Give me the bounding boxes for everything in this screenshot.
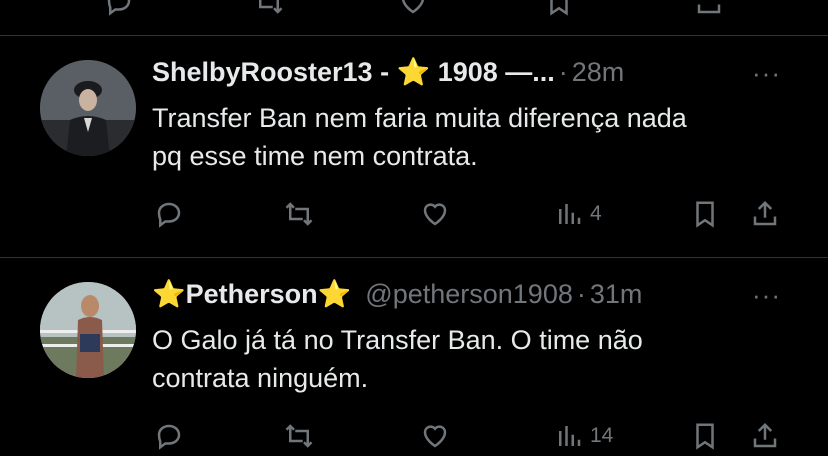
handle[interactable]: @petherson1908 (365, 279, 573, 310)
retweet-icon (259, 0, 283, 14)
display-name[interactable]: ShelbyRooster13 - ⭐ 1908 —... (152, 56, 555, 88)
views-button[interactable]: 14 (554, 416, 613, 456)
views-icon (559, 426, 581, 446)
timestamp[interactable]: 31m (590, 279, 643, 310)
timestamp[interactable]: 28m (572, 57, 625, 88)
tweet[interactable]: ShelbyRooster13 - ⭐ 1908 —... · 28m ··· … (0, 36, 828, 256)
share-icon (753, 200, 777, 226)
views-count: 14 (590, 424, 614, 447)
share-icon (697, 4, 721, 14)
bookmark-button[interactable] (690, 416, 720, 456)
tweet-actions: 4 (0, 194, 828, 234)
avatar-image (40, 282, 136, 378)
star-emoji: ⭐ (317, 279, 352, 309)
bookmark-icon (696, 423, 714, 450)
tweet-header: ShelbyRooster13 - ⭐ 1908 —... · 28m (152, 56, 624, 88)
tweet-text: Transfer Ban nem faria muita diferença n… (152, 99, 802, 175)
previous-tweet-actions (0, 0, 828, 22)
share-button[interactable] (750, 194, 780, 234)
retweet-icon (285, 202, 313, 226)
like-icon (423, 203, 447, 226)
avatar[interactable] (40, 60, 136, 156)
tweet[interactable]: ⭐ Petherson ⭐ @petherson1908 · 31m ··· O… (0, 258, 828, 450)
tweet-text-line: contrata ninguém. (152, 363, 369, 393)
like-icon (423, 425, 447, 448)
retweet-button[interactable] (284, 416, 314, 456)
more-icon[interactable]: ··· (752, 58, 781, 89)
share-button[interactable] (694, 0, 724, 22)
reply-icon (157, 424, 181, 450)
reply-icon (157, 202, 181, 228)
tweet-text: O Galo já tá no Transfer Ban. O time não… (152, 321, 802, 397)
reply-button[interactable] (104, 0, 134, 22)
bookmark-icon (550, 0, 568, 16)
like-button[interactable] (420, 416, 450, 456)
tweet-actions: 14 (0, 416, 828, 456)
star-emoji: ⭐ (152, 279, 186, 309)
retweet-icon (285, 424, 313, 448)
bookmark-icon (696, 201, 714, 228)
more-icon[interactable]: ··· (752, 280, 781, 311)
like-icon (402, 0, 424, 14)
tweet-text-line: Transfer Ban nem faria muita diferença n… (152, 103, 687, 133)
retweet-button[interactable] (254, 0, 284, 22)
bookmark-button[interactable] (544, 0, 574, 22)
avatar[interactable] (40, 282, 136, 378)
separator: · (576, 278, 586, 309)
separator: · (558, 56, 568, 87)
views-icon (559, 204, 581, 224)
reply-button[interactable] (154, 194, 184, 234)
avatar-image (40, 60, 136, 156)
views-count: 4 (590, 202, 602, 225)
display-name[interactable]: Petherson (186, 279, 318, 310)
share-button[interactable] (750, 416, 780, 456)
tweet-text-line: O Galo já tá no Transfer Ban. O time não (152, 325, 643, 355)
reply-icon (107, 0, 131, 16)
share-icon (753, 422, 777, 448)
tweet-header: ⭐ Petherson ⭐ @petherson1908 · 31m (152, 278, 642, 310)
like-button[interactable] (398, 0, 428, 22)
retweet-button[interactable] (284, 194, 314, 234)
reply-button[interactable] (154, 416, 184, 456)
bookmark-button[interactable] (690, 194, 720, 234)
like-button[interactable] (420, 194, 450, 234)
views-button[interactable]: 4 (554, 194, 602, 234)
tweet-text-line: pq esse time nem contrata. (152, 141, 478, 171)
